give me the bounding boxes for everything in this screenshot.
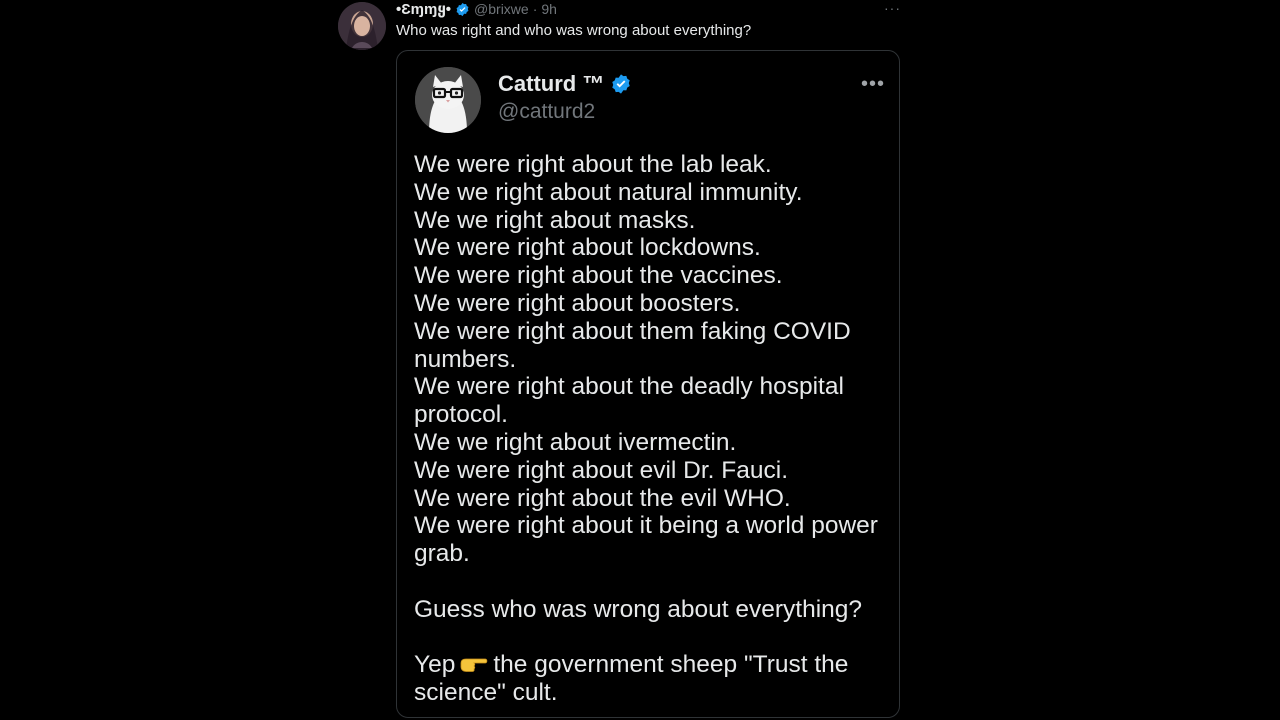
tweet-line: We were right about the lab leak. xyxy=(414,151,772,178)
tweet-line: We we right about natural immunity. xyxy=(414,178,803,206)
tweet-line: We were right about evil Dr. Fauci. xyxy=(414,456,789,484)
tweet-line: We were right about them faking COVID nu… xyxy=(414,317,851,373)
tweet-line: We were right about the evil WHO. xyxy=(414,484,791,512)
more-options-icon[interactable]: ••• xyxy=(861,73,885,96)
avatar[interactable] xyxy=(338,2,386,50)
outer-handle[interactable]: @brixwe xyxy=(474,1,529,17)
tweet-line: We were right about the deadly hospital … xyxy=(414,373,844,429)
tweet-line: We we right about ivermectin. xyxy=(414,428,737,456)
verified-badge-icon xyxy=(610,73,632,95)
cat-avatar-image xyxy=(415,67,481,133)
quoted-avatar[interactable] xyxy=(415,67,481,133)
quoted-tweet-card[interactable]: Catturd ™ @catturd2 ••• We were right ab… xyxy=(396,50,900,718)
more-options-icon[interactable]: ··· xyxy=(884,0,901,16)
final-line: Yep the government sheep "Trust the scien… xyxy=(414,651,894,707)
timestamp[interactable]: 9h xyxy=(541,1,557,17)
final-prefix: Yep xyxy=(414,651,456,679)
outer-display-name[interactable]: •Ɛɱɱყ• xyxy=(396,0,451,18)
quoted-display-name[interactable]: Catturd ™ xyxy=(498,71,604,97)
avatar-image xyxy=(338,2,386,50)
tweet-line: We were right about the vaccines. xyxy=(414,262,783,290)
tweet-line: We were right about it being a world pow… xyxy=(414,512,878,568)
screenshot-stage: •Ɛɱɱყ• @brixwe · 9h ··· Who was right an… xyxy=(0,0,1280,720)
separator: · xyxy=(532,1,538,17)
outer-tweet-header: •Ɛɱɱყ• @brixwe · 9h xyxy=(396,0,557,18)
verified-badge-icon xyxy=(455,2,470,17)
tweet-line: We we right about masks. xyxy=(414,206,696,234)
tweet-line: We were right about lockdowns. xyxy=(414,234,761,262)
quoted-tweet-text: We were right about the lab leak. We we … xyxy=(414,151,894,707)
quoted-name-row: Catturd ™ xyxy=(498,71,632,97)
tweet-line: We were right about boosters. xyxy=(414,289,741,317)
outer-tweet-text: Who was right and who was wrong about ev… xyxy=(396,22,752,39)
pointing-right-hand-icon xyxy=(459,653,489,673)
quoted-handle[interactable]: @catturd2 xyxy=(498,100,595,124)
closing-question: Guess who was wrong about everything? xyxy=(414,595,863,623)
